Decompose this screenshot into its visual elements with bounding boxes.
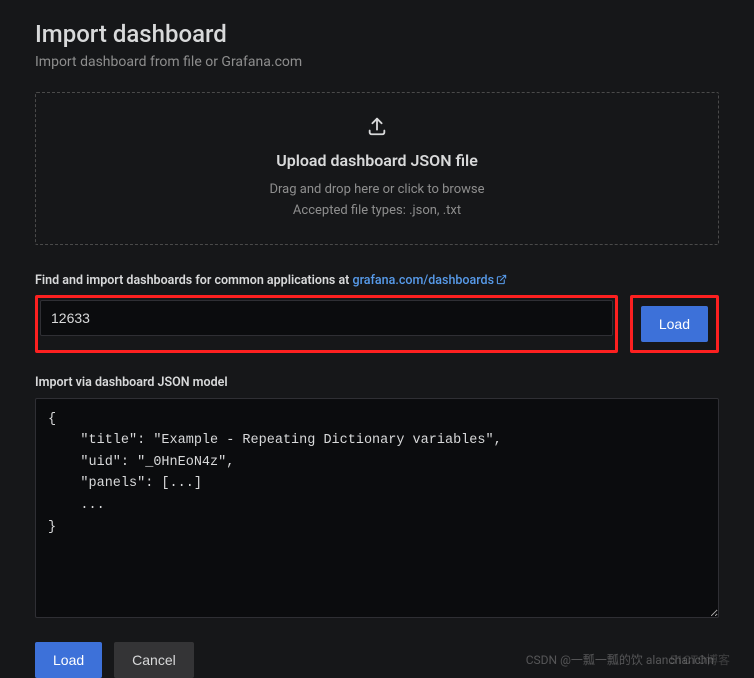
page-subtitle: Import dashboard from file or Grafana.co… (35, 54, 719, 70)
dropzone-title: Upload dashboard JSON file (56, 151, 698, 170)
page-title: Import dashboard (35, 20, 719, 48)
highlight-box-button: Load (630, 295, 719, 353)
watermark-primary: CSDN @一瓢一瓢的饮 alanchanchn (526, 651, 714, 668)
cancel-button[interactable]: Cancel (114, 642, 194, 678)
dropzone-hint-2: Accepted file types: .json, .txt (56, 201, 698, 222)
import-id-label-text: Find and import dashboards for common ap… (35, 273, 353, 288)
dashboard-id-input[interactable] (40, 300, 613, 336)
highlight-box-input (35, 295, 618, 353)
upload-dropzone[interactable]: Upload dashboard JSON file Drag and drop… (35, 92, 719, 245)
json-model-label: Import via dashboard JSON model (35, 375, 719, 390)
load-button[interactable]: Load (35, 642, 102, 678)
json-model-textarea[interactable] (35, 398, 719, 618)
import-id-label: Find and import dashboards for common ap… (35, 273, 719, 289)
grafana-dashboards-link[interactable]: grafana.com/dashboards (353, 273, 508, 288)
dropzone-hint-1: Drag and drop here or click to browse (56, 180, 698, 201)
upload-icon (366, 115, 388, 141)
load-by-id-button[interactable]: Load (641, 306, 708, 342)
external-link-icon (496, 274, 507, 289)
